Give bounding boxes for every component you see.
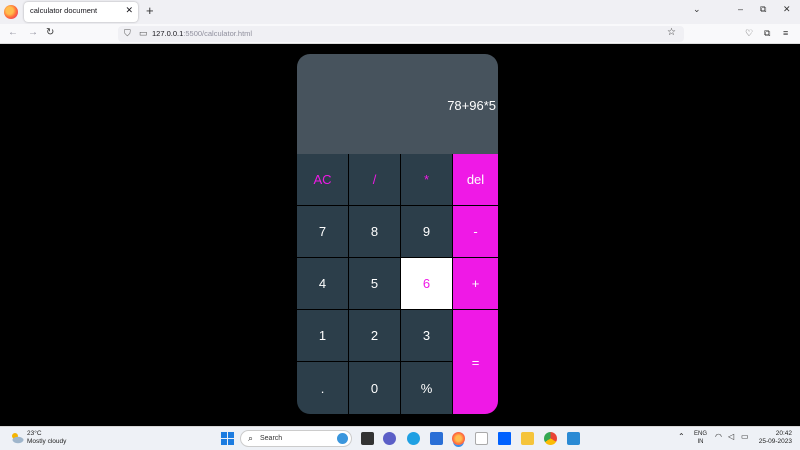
weather-description: Mostly cloudy (27, 438, 67, 445)
digit-2-button[interactable]: 2 (349, 310, 400, 361)
taskbar: 23°C Mostly cloudy ⌕ Search ⌃ ENG IN ◠ ◁… (0, 426, 800, 450)
digit-7-button[interactable]: 7 (297, 206, 348, 257)
start-button[interactable] (221, 432, 234, 445)
search-highlight-icon (337, 433, 348, 444)
language-region: IN (697, 439, 704, 445)
url-text: 127.0.0.1:5500/calculator.html (152, 29, 252, 38)
digit-4-button[interactable]: 4 (297, 258, 348, 309)
minimize-button[interactable]: – (738, 4, 743, 14)
close-window-button[interactable]: ✕ (783, 4, 791, 15)
task-view-icon[interactable] (361, 432, 374, 445)
decimal-button[interactable]: . (297, 362, 348, 414)
bookmark-star-icon[interactable]: ☆ (667, 27, 676, 38)
pocket-icon[interactable]: ♡ (745, 28, 753, 39)
close-tab-icon[interactable]: ✕ (125, 5, 133, 16)
equals-button[interactable]: = (453, 310, 498, 414)
digit-9-button[interactable]: 9 (401, 206, 452, 257)
digit-8-button[interactable]: 8 (349, 206, 400, 257)
navigation-bar: ← → ↻ ⛉ ▭ 127.0.0.1:5500/calculator.html… (0, 24, 800, 44)
clock-time: 20:42 (775, 430, 792, 437)
divide-button[interactable]: / (349, 154, 400, 205)
list-tabs-icon[interactable]: ⌄ (693, 4, 701, 15)
shield-icon: ⛉ (124, 28, 131, 38)
url-path: :5500/calculator.html (183, 29, 253, 38)
language-code: ENG (694, 431, 708, 437)
delete-button[interactable]: del (453, 154, 498, 205)
extensions-icon[interactable]: ⧉ (764, 28, 770, 39)
multiply-button[interactable]: * (401, 154, 452, 205)
dropbox-icon[interactable] (498, 432, 511, 445)
calculator-display: 78+96*5 (297, 54, 498, 154)
clock-date: 25-09-2023 (758, 438, 792, 445)
digit-3-button[interactable]: 3 (401, 310, 452, 361)
clear-button[interactable]: AC (297, 154, 348, 205)
wifi-icon[interactable]: ◠ (715, 432, 722, 441)
new-tab-button[interactable]: + (146, 3, 154, 18)
system-clock[interactable]: 20:42 25-09-2023 (756, 430, 792, 446)
vscode-icon[interactable] (567, 432, 580, 445)
tab-calculator[interactable]: calculator document ✕ (24, 2, 138, 22)
amazon-icon[interactable] (475, 432, 488, 445)
firefox-taskbar-icon[interactable] (452, 432, 465, 445)
digit-5-button[interactable]: 5 (349, 258, 400, 309)
edge-icon[interactable] (407, 432, 420, 445)
reload-button[interactable]: ↻ (46, 27, 54, 38)
chevron-up-icon[interactable]: ⌃ (678, 432, 685, 441)
tab-title: calculator document (30, 6, 98, 15)
url-host: 127.0.0.1 (152, 29, 184, 38)
search-label: Search (260, 435, 283, 442)
firefox-icon[interactable] (4, 5, 18, 19)
digit-1-button[interactable]: 1 (297, 310, 348, 361)
forward-button[interactable]: → (28, 27, 38, 38)
taskbar-search[interactable]: ⌕ Search (240, 430, 352, 447)
volume-icon[interactable]: ◁ (728, 432, 734, 441)
percent-button[interactable]: % (401, 362, 452, 414)
calculator: 78+96*5 AC / * del 7 8 9 - 4 5 6 + 1 2 3… (297, 54, 498, 414)
store-icon[interactable] (430, 432, 443, 445)
battery-icon[interactable]: ▭ (741, 432, 749, 441)
browser-tab-bar: calculator document ✕ + ⌄ – ⧉ ✕ (0, 0, 800, 24)
back-button[interactable]: ← (8, 27, 18, 38)
digit-0-button[interactable]: 0 (349, 362, 400, 414)
menu-icon[interactable]: ≡ (783, 28, 788, 38)
plus-button[interactable]: + (453, 258, 498, 309)
url-bar[interactable]: ⛉ ▭ 127.0.0.1:5500/calculator.html ☆ (118, 26, 684, 42)
chrome-icon[interactable] (544, 432, 557, 445)
file-explorer-icon[interactable] (521, 432, 534, 445)
page-info-icon[interactable]: ▭ (139, 28, 148, 39)
restore-button[interactable]: ⧉ (760, 4, 766, 15)
cloudy-weather-icon[interactable] (10, 432, 24, 444)
minus-button[interactable]: - (453, 206, 498, 257)
search-icon: ⌕ (248, 433, 254, 443)
page-content: 78+96*5 AC / * del 7 8 9 - 4 5 6 + 1 2 3… (0, 45, 800, 426)
chat-icon[interactable] (383, 432, 396, 445)
language-indicator[interactable]: ENG IN (694, 430, 707, 446)
digit-6-button[interactable]: 6 (401, 258, 452, 309)
display-value: 78+96*5 (447, 98, 496, 113)
weather-temperature: 23°C (27, 430, 42, 437)
